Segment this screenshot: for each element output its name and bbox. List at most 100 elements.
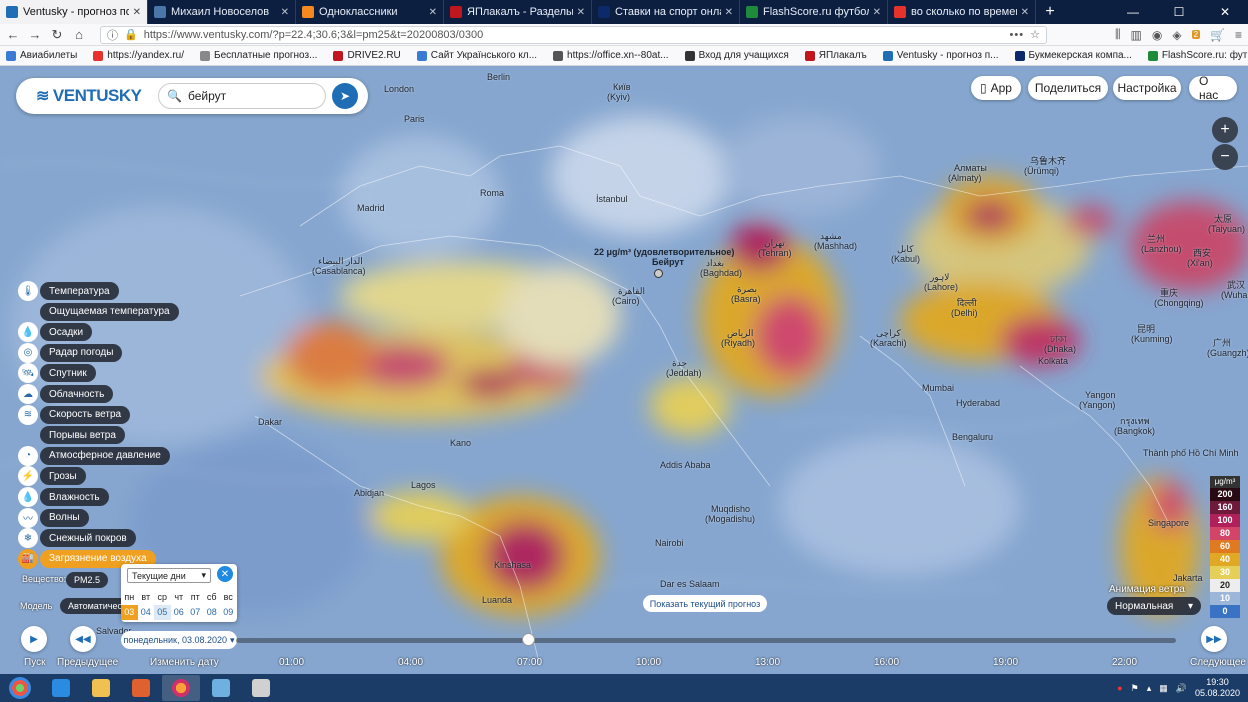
extension-icon[interactable]: ◈	[1172, 28, 1181, 42]
taskbar-ie[interactable]	[42, 675, 80, 701]
library-icon[interactable]: ⫼	[1115, 27, 1121, 42]
taskbar-firefox[interactable]	[162, 675, 200, 701]
location-marker[interactable]	[654, 269, 663, 278]
bookmark-item[interactable]: Авиабилеты	[6, 50, 77, 61]
tab-0[interactable]: Ventusky - прогноз погоды на ✕	[0, 0, 148, 24]
bookmark-item[interactable]: Бесплатные прогноз...	[200, 50, 317, 61]
change-date-button[interactable]: понедельник, 03.08.2020 ▾	[121, 631, 237, 649]
close-tab-icon[interactable]: ✕	[1021, 7, 1029, 18]
show-current-forecast-button[interactable]: Показать текущий прогноз	[643, 595, 767, 612]
timeline-knob[interactable]	[522, 633, 535, 646]
day-button[interactable]: 06	[171, 605, 188, 620]
taskbar-paint[interactable]	[242, 675, 280, 701]
zoom-in-button[interactable]: +	[1212, 117, 1238, 143]
legend-step: 160	[1210, 501, 1240, 514]
account-icon[interactable]: ◉	[1152, 28, 1162, 42]
layer-11[interactable]: 💧 Влажность	[18, 487, 109, 507]
tab-2[interactable]: Одноклассники ✕	[296, 0, 444, 24]
layer-8[interactable]: Порывы ветра	[18, 426, 125, 445]
close-tab-icon[interactable]: ✕	[429, 7, 437, 18]
layer-1[interactable]: 🌡 Температура	[18, 281, 119, 301]
bookmark-item[interactable]: Сайт Українського кл...	[416, 50, 537, 61]
previous-button[interactable]: ◀◀	[70, 626, 96, 652]
close-tab-icon[interactable]: ✕	[577, 7, 585, 18]
app-button[interactable]: ▯ App	[971, 76, 1021, 100]
clock[interactable]: 19:30 05.08.2020	[1195, 677, 1240, 699]
tray-volume-icon[interactable]: 🔊	[1176, 683, 1187, 694]
layer-4[interactable]: ◎ Радар погоды	[18, 342, 123, 363]
bookmark-item[interactable]: Букмекерская компа...	[1014, 50, 1132, 61]
tab-1[interactable]: Михаил Новоселов ✕	[148, 0, 296, 24]
close-icon[interactable]: ✕	[1202, 0, 1248, 24]
reload-icon[interactable]: ↻	[50, 27, 64, 42]
tab-5[interactable]: FlashScore.ru футбол онлайн ✕	[740, 0, 888, 24]
close-tab-icon[interactable]: ✕	[725, 7, 733, 18]
close-tab-icon[interactable]: ✕	[133, 7, 141, 18]
search-input[interactable]: 🔍 бейрут	[158, 83, 326, 109]
bookmark-item[interactable]: Вход для учащихся	[684, 50, 789, 61]
maximize-icon[interactable]: ☐	[1156, 0, 1202, 24]
sidebar-icon[interactable]: ▥	[1131, 28, 1142, 42]
layer-3[interactable]: 💧 Осадки	[18, 322, 93, 343]
tray-opera-icon[interactable]: ●	[1117, 683, 1122, 693]
model-select[interactable]: Автоматический	[60, 598, 130, 614]
close-tab-icon[interactable]: ✕	[281, 7, 289, 18]
day-button[interactable]: 08	[204, 605, 221, 620]
page-actions-icon[interactable]: •••	[1010, 29, 1025, 41]
layer-12[interactable]: 〰 Волны	[18, 507, 89, 528]
layer-9[interactable]: ◔ Атмосферное давление	[18, 445, 170, 466]
bookmark-item[interactable]: https://yandex.ru/	[93, 50, 184, 61]
next-button[interactable]: ▶▶	[1201, 626, 1227, 652]
bookmark-item[interactable]: DRIVE2.RU	[333, 50, 401, 61]
home-icon[interactable]: ⌂	[72, 27, 86, 42]
start-button[interactable]	[0, 674, 40, 702]
bookmark-item[interactable]: FlashScore.ru: футбол...	[1147, 50, 1248, 61]
info-icon[interactable]: ⓘ	[107, 27, 118, 43]
period-select[interactable]: Текущие дни ▾	[127, 568, 211, 583]
bookmark-item[interactable]: Ventusky - прогноз п...	[882, 50, 999, 61]
about-button[interactable]: О нас	[1189, 74, 1237, 102]
timeline-track[interactable]	[236, 638, 1176, 643]
bookmark-item[interactable]: ЯПлакалъ	[804, 50, 867, 61]
layer-6[interactable]: ☁ Облачность	[18, 384, 114, 404]
locate-button[interactable]: ➤	[332, 83, 358, 109]
cart-icon[interactable]: 🛒	[1210, 28, 1225, 42]
layer-7[interactable]: ≋ Скорость ветра	[18, 404, 131, 425]
day-button[interactable]: 05	[154, 605, 171, 620]
address-bar[interactable]: ⓘ 🔒 https://www.ventusky.com/?p=22.4;30.…	[100, 25, 1047, 44]
minimize-icon[interactable]: —	[1110, 0, 1156, 24]
tab-4[interactable]: Ставки на спорт онлайн - сде ✕	[592, 0, 740, 24]
forward-icon[interactable]: →	[28, 27, 42, 42]
bookmark-star-icon[interactable]: ☆	[1030, 28, 1040, 41]
back-icon[interactable]: ←	[6, 27, 20, 42]
tab-6[interactable]: во сколько по времени был в ✕	[888, 0, 1036, 24]
tab-3[interactable]: ЯПлакалъ - Разделы -> Собы ✕	[444, 0, 592, 24]
menu-icon[interactable]: ≡	[1235, 28, 1242, 42]
taskbar-app[interactable]	[202, 675, 240, 701]
taskbar-media[interactable]	[122, 675, 160, 701]
map-view[interactable]: Berlin Київ (Kyiv) London Paris Roma Madrid İst…	[0, 66, 1248, 674]
day-button[interactable]: 03	[121, 605, 138, 620]
animation-select[interactable]: Нормальная ▾	[1107, 597, 1201, 615]
close-tab-icon[interactable]: ✕	[873, 7, 881, 18]
new-tab-button[interactable]: +	[1036, 0, 1064, 24]
day-button[interactable]: 09	[220, 605, 237, 620]
layer-5[interactable]: 🛰 Спутник	[18, 363, 96, 384]
substance-select[interactable]: PM2.5	[66, 572, 109, 588]
play-button[interactable]: ▶	[21, 626, 47, 652]
day-button[interactable]: 04	[138, 605, 155, 620]
tray-network-icon[interactable]: ▦	[1159, 683, 1168, 694]
bookmark-item[interactable]: https://office.xn--80at...	[553, 50, 669, 61]
ventusky-logo[interactable]: ≋ VENTUSKY	[36, 86, 158, 106]
settings-button[interactable]: Настройка	[1113, 76, 1181, 100]
layer-10[interactable]: ⚡ Грозы	[18, 466, 86, 487]
taskbar-explorer[interactable]	[82, 675, 120, 701]
day-button[interactable]: 07	[187, 605, 204, 620]
tray-arrow-icon[interactable]: ▴	[1147, 683, 1152, 694]
layer-13[interactable]: ❄ Снежный покров	[18, 528, 136, 549]
close-popup-button[interactable]: ✕	[217, 566, 233, 582]
zoom-out-button[interactable]: −	[1212, 144, 1238, 170]
share-button[interactable]: Поделиться	[1028, 76, 1108, 100]
tray-flag-icon[interactable]: ⚑	[1131, 683, 1139, 694]
layer-2[interactable]: Ощущаемая температура	[18, 302, 179, 321]
